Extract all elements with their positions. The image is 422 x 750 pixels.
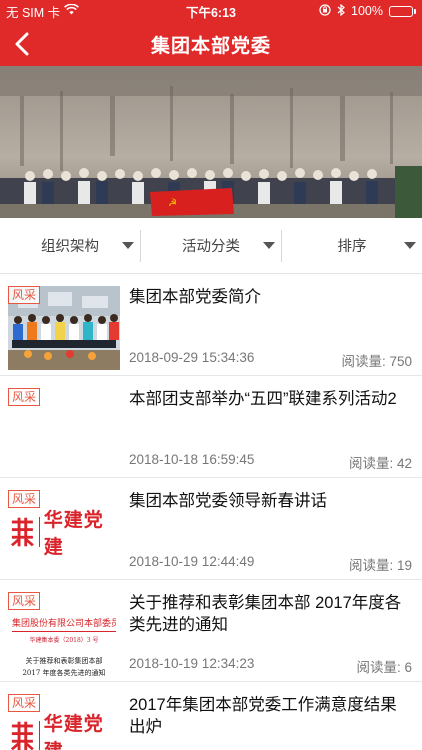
article-title: 集团本部党委领导新春讲话 <box>129 492 327 510</box>
orientation-lock-icon <box>319 3 331 19</box>
read-count: 阅读量: 6 <box>356 660 412 675</box>
party-building-logo-icon <box>10 517 34 547</box>
banner-image[interactable]: ☭ <box>0 66 422 218</box>
battery-percent: 100% <box>351 4 383 18</box>
read-count: 阅读量: 750 <box>341 354 412 369</box>
dropdown-caret-icon <box>122 241 134 249</box>
filter-label: 活动分类 <box>182 239 240 255</box>
logo-text: 华建党建 <box>43 510 104 558</box>
logo-text: 华建党建 <box>43 714 104 750</box>
battery-icon <box>389 5 416 17</box>
document-header: 集团股份有限公司本部委员会 <box>12 616 116 632</box>
article-thumbnail: 华建党建 风采 <box>8 490 120 574</box>
list-item[interactable]: 华建党建 风采 集团本部党委领导新春讲话 2018-10-19 12:44:49… <box>0 478 422 580</box>
bluetooth-icon <box>337 3 345 19</box>
category-tag: 风采 <box>8 592 41 610</box>
carrier-label: 无 SIM 卡 <box>6 5 61 20</box>
filter-sort[interactable]: 排序 <box>281 229 422 262</box>
filter-activity-category[interactable]: 活动分类 <box>140 229 281 262</box>
read-count: 阅读量: 42 <box>348 456 412 471</box>
category-tag: 风采 <box>8 286 41 304</box>
article-date: 2018-09-29 15:34:36 <box>129 350 255 365</box>
back-button[interactable] <box>6 28 38 60</box>
dropdown-caret-icon <box>404 241 416 249</box>
document-title-line: 2017 年度各类先进的通知 <box>22 669 106 676</box>
list-item[interactable]: 风采 集团本部党委简介 2018-09-29 15:34:36 阅读量: 750 <box>0 274 422 376</box>
article-title: 关于推荐和表彰集团本部 2017年度各类先进的通知 <box>129 594 402 634</box>
clock: 下午6:13 <box>185 5 237 20</box>
article-thumbnail: 风采 <box>8 388 120 472</box>
article-thumbnail: 风采 <box>8 286 120 370</box>
article-date: 2018-10-19 12:44:49 <box>129 554 255 569</box>
svg-text:☭: ☭ <box>168 198 177 209</box>
article-thumbnail: 华建党建 风采 <box>8 694 120 750</box>
filter-label: 组织架构 <box>41 239 99 255</box>
filter-label: 排序 <box>337 239 367 255</box>
category-tag: 风采 <box>8 388 41 406</box>
document-number: 华建集本委（2018）3 号 <box>29 637 99 644</box>
party-building-logo-icon <box>10 721 34 750</box>
article-date: 2018-10-18 16:59:45 <box>129 452 255 467</box>
category-tag: 风采 <box>8 490 41 508</box>
document-title-line: 关于推荐和表彰集团本部 <box>25 657 103 665</box>
article-list: 风采 集团本部党委简介 2018-09-29 15:34:36 阅读量: 750… <box>0 274 422 750</box>
article-title: 2017年集团本部党委工作满意度结果出炉 <box>129 696 397 736</box>
status-bar: 无 SIM 卡 下午6:13 100% <box>0 0 422 22</box>
article-title: 本部团支部举办“五四”联建系列活动2 <box>129 390 397 408</box>
list-item[interactable]: 风采 本部团支部举办“五四”联建系列活动2 2018-10-18 16:59:4… <box>0 376 422 478</box>
article-thumbnail: 集团股份有限公司本部委员会 华建集本委（2018）3 号 关于推荐和表彰集团本部… <box>8 592 120 676</box>
wifi-icon <box>64 3 80 18</box>
filter-organization[interactable]: 组织架构 <box>0 230 140 262</box>
filter-bar: 组织架构 活动分类 排序 <box>0 218 422 274</box>
chevron-left-icon <box>15 32 29 56</box>
dropdown-caret-icon <box>263 241 275 249</box>
article-title: 集团本部党委简介 <box>129 288 261 306</box>
page-title: 集团本部党委 <box>150 35 271 57</box>
list-item[interactable]: 华建党建 风采 2017年集团本部党委工作满意度结果出炉 <box>0 682 422 750</box>
category-tag: 风采 <box>8 694 41 712</box>
nav-bar: 集团本部党委 <box>0 22 422 66</box>
read-count: 阅读量: 19 <box>348 558 412 573</box>
article-date: 2018-10-19 12:34:23 <box>129 656 255 671</box>
list-item[interactable]: 集团股份有限公司本部委员会 华建集本委（2018）3 号 关于推荐和表彰集团本部… <box>0 580 422 682</box>
